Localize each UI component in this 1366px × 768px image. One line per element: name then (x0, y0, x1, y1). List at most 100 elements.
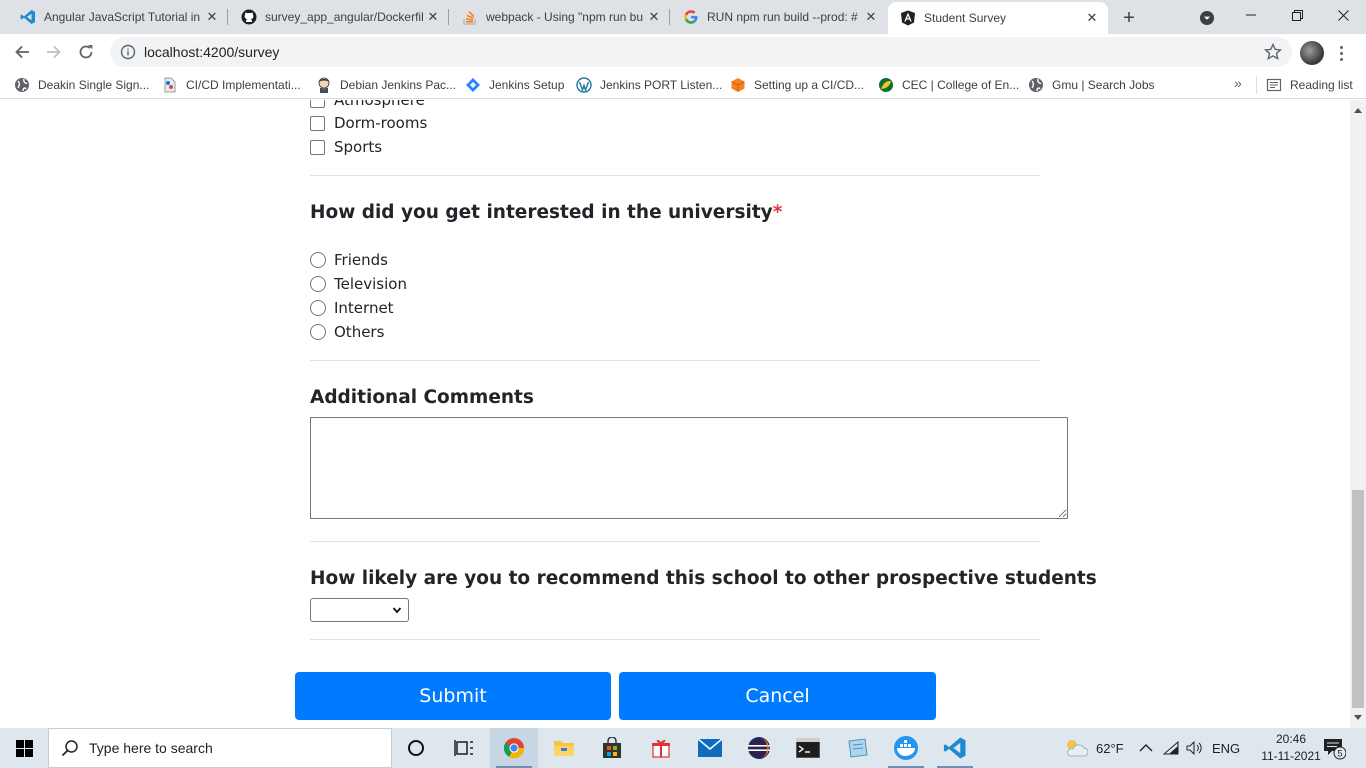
file-explorer-icon[interactable] (540, 728, 588, 768)
browser-tab[interactable]: Angular JavaScript Tutorial in ✕ (8, 0, 228, 34)
bookmark-star-icon[interactable] (1264, 43, 1282, 61)
task-view-icon[interactable] (440, 728, 488, 768)
radio-option[interactable]: Television (310, 274, 407, 294)
more-bookmarks-icon[interactable]: » (1234, 75, 1242, 91)
windows-taskbar: Type here to search 62°F ENG 20:46 11-11… (0, 728, 1366, 768)
browser-tab[interactable]: webpack - Using "npm run bu ✕ (450, 0, 670, 34)
network-icon[interactable] (1163, 728, 1179, 768)
scroll-up-icon[interactable] (1350, 104, 1366, 116)
bookmark-label: Debian Jenkins Pac... (340, 78, 457, 92)
tab-search-icon[interactable] (1196, 7, 1218, 29)
radio-button[interactable] (310, 276, 326, 292)
notepad-icon[interactable] (833, 728, 881, 768)
checkbox[interactable] (310, 139, 325, 155)
notification-count: 5 (1337, 749, 1342, 759)
bookmark-item[interactable]: Jenkins PORT Listen... (576, 75, 722, 95)
checkbox-option[interactable]: Dorm-rooms (310, 113, 427, 133)
language-indicator[interactable]: ENG (1212, 728, 1240, 768)
bookmark-item[interactable]: CI/CD Implementati... (162, 75, 301, 95)
restore-icon[interactable] (1274, 0, 1320, 30)
tab-title: Angular JavaScript Tutorial in (44, 10, 201, 24)
close-icon[interactable]: ✕ (863, 9, 879, 25)
cortana-icon[interactable] (392, 728, 440, 768)
bookmark-item[interactable]: Jenkins Setup (465, 75, 564, 95)
tab-title: RUN npm run build --prod: # (707, 10, 858, 24)
radio-option[interactable]: Internet (310, 298, 394, 318)
minimize-icon[interactable] (1228, 0, 1274, 30)
close-icon[interactable]: ✕ (646, 9, 662, 25)
forward-arrow-icon[interactable] (40, 38, 68, 66)
radio-button[interactable] (310, 300, 326, 316)
profile-avatar[interactable] (1300, 41, 1324, 65)
chrome-taskbar-icon[interactable] (490, 728, 538, 768)
reading-list-icon (1266, 78, 1282, 92)
bookmark-item[interactable]: Gmu | Search Jobs (1028, 75, 1155, 95)
browser-tab[interactable]: survey_app_angular/Dockerfil ✕ (229, 0, 449, 34)
checkbox-label: Atmosphere (334, 100, 425, 109)
store-icon[interactable] (588, 728, 636, 768)
mail-icon[interactable] (686, 728, 734, 768)
search-icon (61, 740, 78, 757)
terminal-icon[interactable] (784, 728, 832, 768)
checkbox-option[interactable]: Atmosphere (310, 100, 425, 110)
bookmark-item[interactable]: Deakin Single Sign... (14, 75, 149, 95)
tab-title: Student Survey (924, 11, 1007, 25)
taskbar-clock[interactable]: 20:46 11-11-2021 (1258, 731, 1324, 765)
eclipse-icon[interactable] (735, 728, 783, 768)
jenkins-icon (316, 77, 332, 93)
address-bar[interactable]: localhost:4200/survey (110, 37, 1292, 67)
globe-icon (14, 77, 30, 93)
angular-icon (900, 10, 916, 26)
bookmark-item[interactable]: Setting up a CI/CD... (730, 75, 864, 95)
checkbox-option[interactable]: Sports (310, 137, 382, 157)
new-tab-icon[interactable]: + (1116, 5, 1142, 31)
notification-center-icon[interactable]: 5 (1322, 736, 1347, 760)
back-arrow-icon[interactable] (8, 38, 36, 66)
checkbox[interactable] (310, 115, 325, 131)
close-icon[interactable]: ✕ (1084, 10, 1100, 26)
section-divider (310, 175, 1040, 176)
section-divider (310, 360, 1040, 361)
bookmark-icon (162, 77, 178, 93)
weather-temp: 62°F (1096, 740, 1124, 756)
radio-option[interactable]: Others (310, 322, 384, 342)
stackoverflow-icon (462, 9, 478, 25)
submit-button[interactable]: Submit (295, 672, 611, 720)
close-icon[interactable]: ✕ (425, 9, 441, 25)
cancel-button[interactable]: Cancel (619, 672, 936, 720)
radio-option[interactable]: Friends (310, 250, 388, 270)
windows-start-icon[interactable] (0, 728, 48, 768)
gift-icon[interactable] (637, 728, 685, 768)
radio-label: Friends (334, 251, 388, 269)
close-icon[interactable]: ✕ (204, 9, 220, 25)
info-icon[interactable] (120, 44, 136, 60)
checkbox-label: Dorm-rooms (334, 114, 428, 132)
github-icon (241, 9, 257, 25)
bookmark-item[interactable]: Debian Jenkins Pac... (316, 75, 456, 95)
tray-chevron-up-icon[interactable] (1139, 728, 1153, 768)
volume-icon[interactable] (1186, 728, 1204, 768)
checkbox-label: Sports (334, 138, 383, 156)
browser-tab[interactable]: RUN npm run build --prod: # ✕ (671, 0, 887, 34)
checkbox[interactable] (310, 100, 325, 108)
recommend-select[interactable] (310, 598, 409, 622)
weather-widget[interactable]: 62°F (1064, 728, 1124, 768)
taskbar-search-box[interactable]: Type here to search (48, 728, 392, 768)
radio-button[interactable] (310, 252, 326, 268)
bookmark-item[interactable]: CEC | College of En... (878, 75, 1019, 95)
scroll-down-icon[interactable] (1350, 712, 1366, 724)
reading-list-button[interactable]: Reading list (1266, 75, 1353, 95)
url-text: localhost:4200/survey (144, 44, 280, 60)
radio-button[interactable] (310, 324, 326, 340)
comments-textarea[interactable] (310, 417, 1068, 519)
browser-tab-active[interactable]: Student Survey ✕ (888, 2, 1108, 34)
docker-icon[interactable] (882, 728, 930, 768)
tab-title: survey_app_angular/Dockerfil (265, 10, 424, 24)
reload-icon[interactable] (72, 38, 100, 66)
close-window-icon[interactable] (1320, 0, 1366, 30)
vscode-taskbar-icon[interactable] (931, 728, 979, 768)
chevron-down-icon (392, 607, 402, 614)
scrollbar-thumb[interactable] (1352, 490, 1364, 708)
menu-kebab-icon[interactable] (1336, 40, 1346, 66)
clock-time: 20:46 (1275, 732, 1307, 746)
